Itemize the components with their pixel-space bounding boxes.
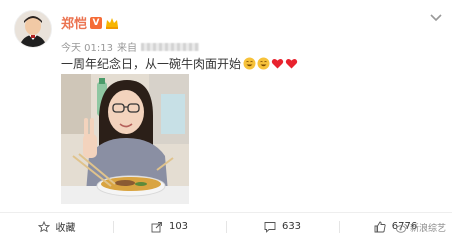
comment-count: 633 bbox=[281, 221, 302, 232]
heart-icon bbox=[271, 58, 284, 69]
chevron-down-icon[interactable] bbox=[430, 14, 442, 22]
weibo-logo-icon bbox=[396, 223, 408, 233]
happy-emoji-icon bbox=[243, 57, 256, 70]
post-text: 一周年纪念日，从一碗牛肉面开始 bbox=[61, 57, 242, 71]
post-time[interactable]: 今天 01:13 bbox=[61, 39, 113, 54]
comment-icon bbox=[264, 221, 276, 233]
post-meta: 今天 01:13 来自 bbox=[61, 39, 199, 54]
post-content: 一周年纪念日，从一碗牛肉面开始 bbox=[61, 55, 298, 72]
watermark-text: 新浪综艺 bbox=[409, 224, 446, 234]
watermark: 新浪综艺 bbox=[396, 221, 446, 234]
action-bar: 收藏 103 633 6776 bbox=[0, 213, 452, 240]
share-icon bbox=[151, 221, 162, 232]
comment-button[interactable]: 633 bbox=[226, 213, 339, 240]
share-count: 103 bbox=[168, 221, 189, 232]
blurred-source bbox=[141, 42, 199, 51]
author-name[interactable]: 郑恺 bbox=[61, 13, 87, 32]
star-icon bbox=[37, 220, 50, 232]
source-prefix: 来自 bbox=[117, 43, 137, 54]
share-button[interactable]: 103 bbox=[113, 213, 226, 240]
author-row: 郑恺 V bbox=[61, 13, 119, 32]
author-avatar[interactable] bbox=[14, 10, 52, 48]
emoji-group bbox=[243, 57, 298, 70]
crown-icon bbox=[106, 17, 119, 29]
post-photo[interactable] bbox=[61, 74, 189, 204]
favorite-label: 收藏 bbox=[55, 223, 76, 234]
heart-icon bbox=[285, 58, 298, 69]
vip-badge: V bbox=[90, 16, 103, 29]
favorite-button[interactable]: 收藏 bbox=[0, 213, 113, 240]
happy-emoji-icon bbox=[257, 57, 270, 70]
thumbs-up-icon bbox=[374, 221, 386, 232]
